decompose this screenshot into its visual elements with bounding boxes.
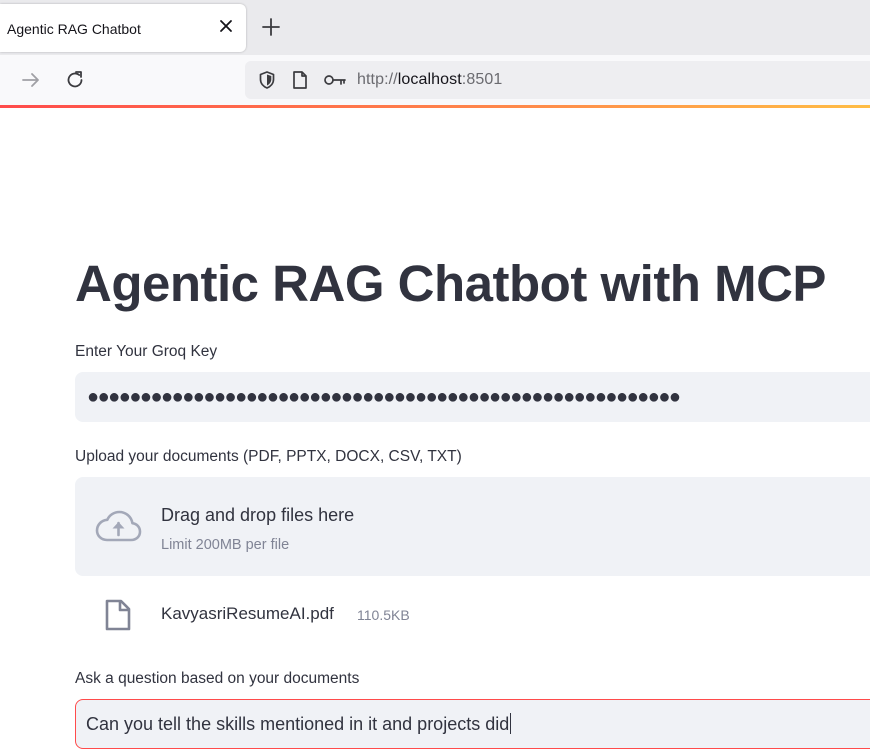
upload-label: Upload your documents (PDF, PPTX, DOCX, … xyxy=(75,448,462,465)
header-decoration xyxy=(0,105,870,108)
reload-icon[interactable] xyxy=(64,69,86,91)
question-value-text: Can you tell the skills mentioned in it … xyxy=(86,714,510,734)
uploaded-file-item: KavyasriResumeAI.pdf 110.5KB xyxy=(75,590,870,640)
question-input[interactable]: Can you tell the skills mentioned in it … xyxy=(75,699,870,749)
url-host: localhost xyxy=(397,71,462,88)
shield-icon[interactable] xyxy=(257,70,277,90)
page-title: Agentic RAG Chatbot with MCP xyxy=(75,255,826,312)
file-size: 110.5KB xyxy=(357,607,410,623)
browser-tab-bar: Agentic RAG Chatbot xyxy=(0,0,870,55)
file-icon xyxy=(105,599,131,631)
key-icon[interactable] xyxy=(323,70,347,90)
url-text[interactable]: http://localhost:8501 xyxy=(357,71,502,89)
close-icon[interactable] xyxy=(216,16,236,36)
browser-tab[interactable]: Agentic RAG Chatbot xyxy=(0,4,246,52)
url-port: :8501 xyxy=(461,71,503,88)
tab-title: Agentic RAG Chatbot xyxy=(7,21,141,37)
dropzone-limit: Limit 200MB per file xyxy=(161,537,290,553)
text-caret xyxy=(510,713,512,734)
plus-icon[interactable] xyxy=(260,16,282,38)
address-bar[interactable]: http://localhost:8501 xyxy=(245,61,870,99)
question-label: Ask a question based on your documents xyxy=(75,670,360,687)
file-name: KavyasriResumeAI.pdf xyxy=(161,604,334,623)
cloud-upload-icon xyxy=(95,510,142,542)
groq-key-input[interactable]: ●●●●●●●●●●●●●●●●●●●●●●●●●●●●●●●●●●●●●●●●… xyxy=(75,372,870,422)
groq-key-masked-value: ●●●●●●●●●●●●●●●●●●●●●●●●●●●●●●●●●●●●●●●●… xyxy=(87,386,681,408)
groq-key-label: Enter Your Groq Key xyxy=(75,343,218,360)
forward-arrow-icon[interactable] xyxy=(20,69,42,91)
file-dropzone[interactable]: Drag and drop files here Limit 200MB per… xyxy=(75,477,870,576)
question-value: Can you tell the skills mentioned in it … xyxy=(86,713,512,735)
dropzone-title: Drag and drop files here xyxy=(161,505,355,525)
page-icon[interactable] xyxy=(291,70,309,90)
url-scheme: http:// xyxy=(357,71,398,88)
browser-nav-bar: http://localhost:8501 xyxy=(0,55,870,105)
